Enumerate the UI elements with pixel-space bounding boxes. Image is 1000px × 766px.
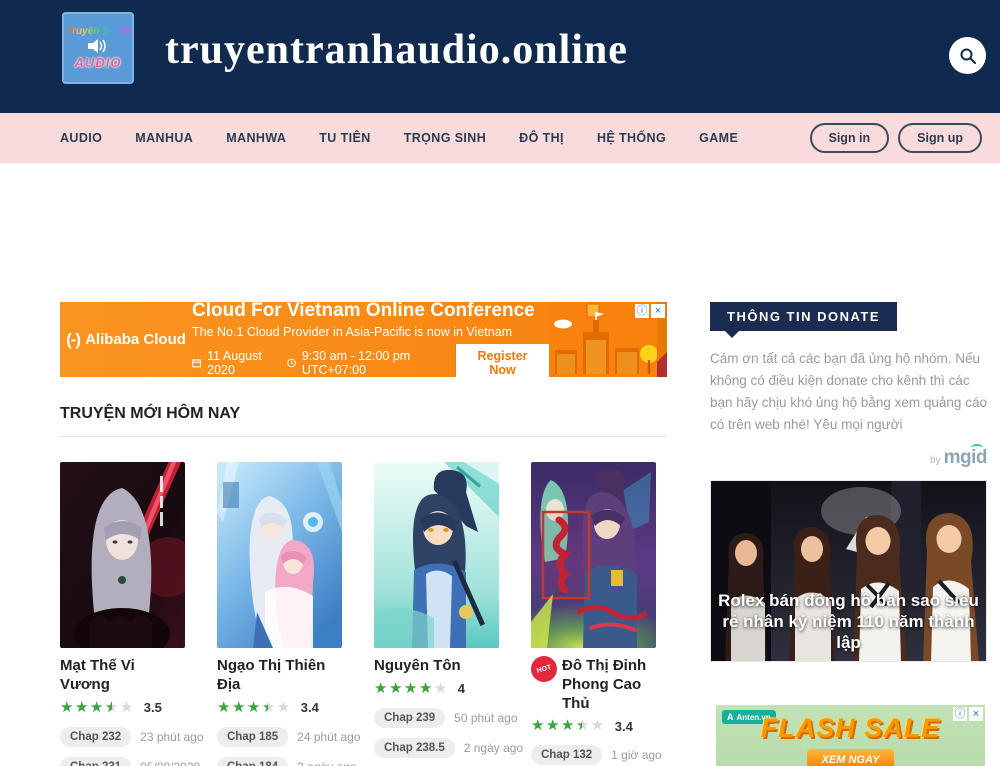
native-ad-caption[interactable]: Rolex bán đồng hồ bản sao siêu rẻ nhân k… [711, 591, 986, 653]
nav-items: AUDIO MANHUA MANHWA TU TIÊN TRỌNG SINH Đ… [60, 131, 738, 145]
alibaba-ad-banner[interactable]: (-) Alibaba Cloud Cloud For Vietnam Onli… [60, 302, 667, 377]
mgid-by-label: by [930, 455, 941, 466]
comic-title[interactable]: Ngạo Thị Thiên Địa [217, 657, 342, 695]
site-title[interactable]: truyentranhaudio.online [165, 26, 628, 74]
rating-value: 3.4 [615, 719, 633, 734]
nav-item-manhua[interactable]: MANHUA [135, 131, 193, 145]
chapter-link[interactable]: Chap 132 [531, 745, 602, 765]
chapter-row: Chap 231 05/08/2020 [60, 757, 185, 766]
ad-controls: ⓘ × [635, 304, 665, 318]
comic-title[interactable]: Nguyên Tôn [374, 657, 461, 676]
rating-row: ★★★★★★★★★★ 3.4 [531, 717, 656, 735]
comic-card: HOT Đô Thị Đỉnh Phong Cao Thủ ★★★★★★★★★★… [531, 462, 656, 766]
chapter-link[interactable]: Chap 185 [217, 727, 288, 747]
chapter-row: Chap 239 50 phút ago [374, 708, 499, 728]
mgid-attribution[interactable]: bymgid [710, 447, 987, 469]
nav-item-do-thi[interactable]: ĐÔ THỊ [519, 131, 564, 145]
rating-row: ★★★★★★★★★★ 4 [374, 680, 499, 698]
chapter-row: Chap 185 24 phút ago [217, 727, 342, 747]
nav-item-manhwa[interactable]: MANHWA [226, 131, 286, 145]
logo-text-top: Truyện Tranh [66, 26, 130, 37]
comic-cover-ngao-thi-thien-dia[interactable] [217, 462, 342, 648]
donate-title-ribbon: THÔNG TIN DONATE [710, 302, 897, 331]
nav-item-tu-tien[interactable]: TU TIÊN [319, 131, 370, 145]
chapter-time: 05/08/2020 [140, 760, 200, 766]
comic-card: Nguyên Tôn ★★★★★★★★★★ 4 Chap 239 50 phút… [374, 462, 499, 758]
page: Truyện Tranh AUDIO truyentranhaudio.onli… [0, 0, 1000, 766]
chapter-link[interactable]: Chap 239 [374, 708, 445, 728]
chapter-time: 24 phút ago [297, 730, 360, 744]
nav-item-he-thong[interactable]: HỆ THỐNG [597, 131, 666, 145]
chapter-time: 2 ngày ago [464, 741, 523, 755]
chapter-row: Chap 132 1 giờ ago [531, 745, 656, 765]
comic-cover-mat-the-vi-vuong[interactable] [60, 462, 185, 648]
section-divider [60, 436, 667, 437]
nav-item-trong-sinh[interactable]: TRỌNG SINH [404, 131, 486, 145]
comic-title[interactable]: Mạt Thế Vi Vương [60, 657, 185, 695]
rating-value: 3.5 [144, 700, 162, 715]
comic-card: Mạt Thế Vi Vương ★★★★★★★★★★ 3.5 Chap 232… [60, 462, 185, 766]
rating-row: ★★★★★★★★★★ 3.4 [217, 699, 342, 717]
donate-text: Cám ơn tất cả các bạn đã ủng hộ nhóm. Nế… [710, 348, 987, 435]
rating-value: 3.4 [301, 700, 319, 715]
sign-in-button[interactable]: Sign in [810, 123, 890, 153]
comic-title[interactable]: Đô Thị Đỉnh Phong Cao Thủ [562, 657, 656, 713]
mgid-logo: mgid [944, 447, 987, 468]
chapter-link[interactable]: Chap 231 [60, 757, 131, 766]
search-button[interactable] [949, 37, 986, 74]
hot-badge: HOT [528, 653, 560, 685]
nav-item-audio[interactable]: AUDIO [60, 131, 102, 145]
header: Truyện Tranh AUDIO truyentranhaudio.onli… [0, 0, 1000, 113]
rating-row: ★★★★★★★★★★ 3.5 [60, 699, 185, 717]
banner-subtitle: The No.1 Cloud Provider in Asia-Pacific … [192, 325, 549, 339]
star-rating: ★★★★★★★★★★ [531, 717, 606, 735]
star-rating: ★★★★★★★★★★ [217, 699, 292, 717]
comic-card: Ngạo Thị Thiên Địa ★★★★★★★★★★ 3.4 Chap 1… [217, 462, 342, 766]
chapter-link[interactable]: Chap 232 [60, 727, 131, 747]
comic-cover-nguyen-ton[interactable] [374, 462, 499, 648]
banner-time: 9:30 am - 12:00 pm UTC+07:00 [302, 349, 436, 377]
site-logo[interactable]: Truyện Tranh AUDIO [62, 12, 134, 84]
search-icon [959, 47, 977, 65]
clock-icon [287, 357, 296, 369]
banner-title: Cloud For Vietnam Online Conference [192, 302, 549, 322]
auth-buttons: Sign in Sign up [810, 123, 983, 153]
rating-value: 4 [458, 681, 465, 696]
flash-sale-title: FLASH SALE [716, 713, 985, 744]
chapter-row: Chap 238.5 2 ngày ago [374, 738, 499, 758]
chapter-row: Chap 184 3 ngày ago [217, 757, 342, 766]
chapter-link[interactable]: Chap 184 [217, 757, 288, 766]
nav-item-game[interactable]: GAME [699, 131, 738, 145]
ad-close-icon[interactable]: × [651, 304, 665, 318]
banner-content: Cloud For Vietnam Online Conference The … [192, 302, 549, 377]
calendar-icon [192, 357, 201, 369]
chapter-row: Chap 232 23 phút ago [60, 727, 185, 747]
chapter-time: 50 phút ago [454, 711, 517, 725]
section-title: TRUYỆN MỚI HÔM NAY [60, 405, 240, 423]
comic-cover-do-thi-dinh-phong-cao-thu[interactable] [531, 462, 656, 648]
sidebar: THÔNG TIN DONATE Cám ơn tất cả các bạn đ… [710, 302, 987, 662]
chapter-time: 23 phút ago [140, 730, 203, 744]
chapter-time: 3 ngày ago [297, 760, 356, 766]
chapter-link[interactable]: Chap 238.5 [374, 738, 455, 758]
xem-ngay-button[interactable]: XEM NGAY [807, 749, 895, 766]
register-now-button[interactable]: Register Now [456, 344, 549, 377]
banner-date: 11 August 2020 [207, 349, 273, 377]
new-comics-grid: Mạt Thế Vi Vương ★★★★★★★★★★ 3.5 Chap 232… [60, 462, 667, 766]
ad-info-icon[interactable]: ⓘ [635, 304, 649, 318]
star-rating: ★★★★★★★★★★ [374, 680, 449, 698]
alibaba-logo: (-) Alibaba Cloud [60, 330, 192, 350]
star-rating: ★★★★★★★★★★ [60, 699, 135, 717]
flash-sale-ad[interactable]: A Anten.vn ⓘ × FLASH SALE XEM NGAY [716, 705, 985, 766]
sign-up-button[interactable]: Sign up [898, 123, 982, 153]
native-ad[interactable]: Rolex bán đồng hồ bản sao siêu rẻ nhân k… [710, 480, 987, 662]
speaker-icon [87, 38, 109, 54]
main-navigation: AUDIO MANHUA MANHWA TU TIÊN TRỌNG SINH Đ… [0, 113, 1000, 163]
logo-text-audio: AUDIO [75, 55, 122, 70]
alibaba-logo-mark: (-) [66, 330, 80, 350]
chapter-time: 1 giờ ago [611, 748, 662, 762]
